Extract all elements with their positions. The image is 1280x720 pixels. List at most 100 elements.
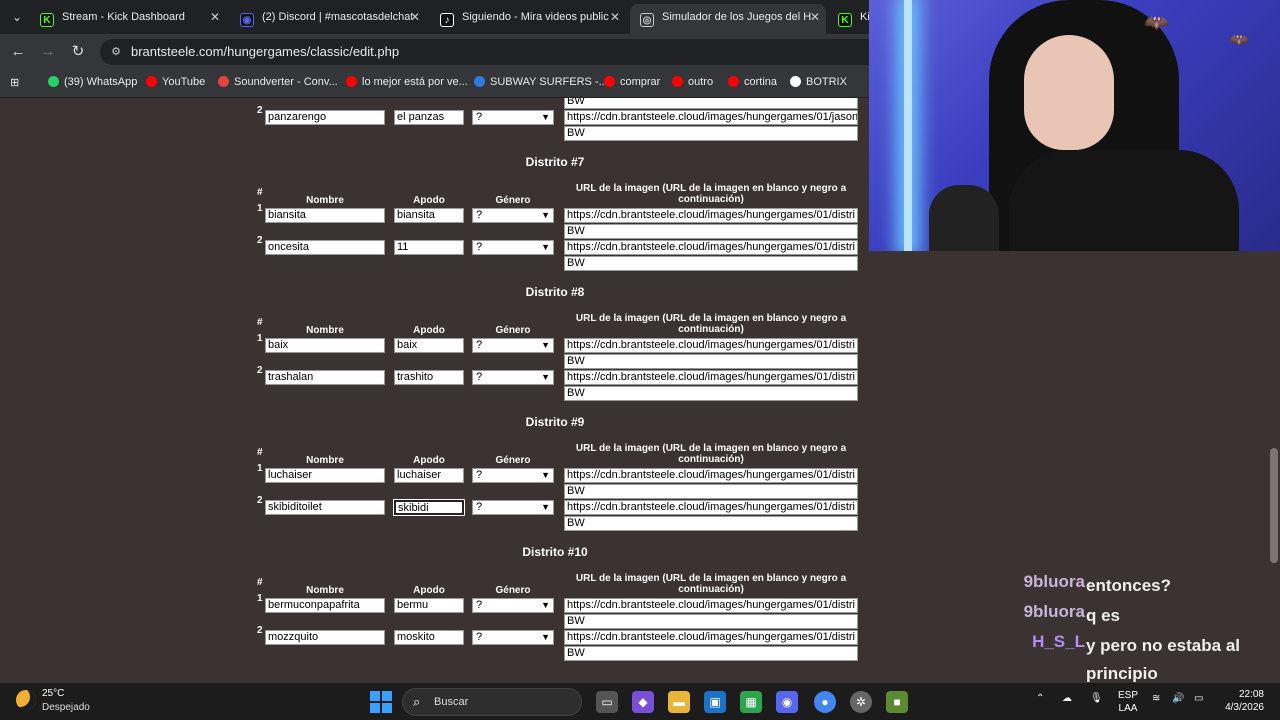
bookmark-favicon-icon bbox=[218, 76, 229, 87]
tribute-nickname-input[interactable]: moskito bbox=[394, 630, 464, 645]
browser-tab[interactable]: K Stream - Kick Dashboard ✕ bbox=[30, 4, 226, 34]
tribute-nickname-input[interactable]: baix bbox=[394, 338, 464, 353]
minecraft-icon[interactable]: ■ bbox=[886, 691, 908, 713]
image-url-input[interactable]: https://cdn.brantsteele.cloud/images/hun… bbox=[564, 338, 858, 353]
windows-start-icon[interactable] bbox=[370, 691, 392, 713]
browser-tab[interactable]: ◉ (2) Discord | #mascotasdelchat ✕ bbox=[230, 4, 426, 34]
bw-image-url-input[interactable]: BW bbox=[564, 98, 858, 109]
bookmark-item[interactable]: (39) WhatsApp bbox=[48, 76, 137, 88]
wifi-icon[interactable]: ≋ bbox=[1152, 693, 1160, 704]
close-tab-icon[interactable]: ✕ bbox=[410, 4, 420, 30]
site-info-icon[interactable]: ⚙ bbox=[108, 44, 124, 60]
tribute-name-input[interactable]: mozzquito bbox=[265, 630, 385, 645]
bw-image-url-input[interactable]: BW bbox=[564, 126, 858, 141]
file-explorer-icon[interactable]: ▬ bbox=[668, 691, 690, 713]
bw-image-url-input[interactable]: BW bbox=[564, 646, 858, 661]
gender-select[interactable]: ? ▼ bbox=[472, 208, 554, 223]
settings-gear-icon[interactable]: ✲ bbox=[850, 691, 872, 713]
gender-select[interactable]: ? ▼ bbox=[472, 630, 554, 645]
image-url-input[interactable]: https://cdn.brantsteele.cloud/images/hun… bbox=[564, 598, 858, 613]
district-title: Distrito #7 bbox=[525, 155, 585, 169]
image-url-input[interactable]: https://cdn.brantsteele.cloud/images/hun… bbox=[564, 500, 858, 515]
tribute-nickname-input[interactable]: skibidi bbox=[393, 499, 465, 516]
omnibox[interactable]: ⚙ brantsteele.com/hungergames/classic/ed… bbox=[100, 39, 900, 65]
tribute-nickname-input[interactable]: bermu bbox=[394, 598, 464, 613]
tribute-nickname-input[interactable]: el panzas bbox=[394, 110, 464, 125]
cloud-icon[interactable]: ☁ bbox=[1062, 693, 1072, 704]
gender-select[interactable]: ? ▼ bbox=[472, 500, 554, 515]
copilot-icon[interactable]: ◆ bbox=[632, 691, 654, 713]
gender-select[interactable]: ? ▼ bbox=[472, 598, 554, 613]
tribute-name-input[interactable]: bermuconpapafrita bbox=[265, 598, 385, 613]
tab-search-chevron-icon[interactable]: ⌄ bbox=[6, 6, 28, 28]
tribute-name-input[interactable]: luchaiser bbox=[265, 468, 385, 483]
tribute-nickname-input[interactable]: trashito bbox=[394, 370, 464, 385]
back-arrow-icon[interactable]: ← bbox=[8, 42, 28, 62]
chevron-down-icon: ▼ bbox=[541, 210, 550, 220]
language-indicator[interactable]: ESP LAA bbox=[1118, 689, 1138, 715]
gender-select[interactable]: ? ▼ bbox=[472, 338, 554, 353]
tribute-nickname-input[interactable]: 11 bbox=[394, 240, 464, 255]
tribute-name-input[interactable]: trashalan bbox=[265, 370, 385, 385]
apps-grid-icon[interactable]: ⊞ bbox=[10, 76, 19, 89]
discord-icon[interactable]: ◉ bbox=[776, 691, 798, 713]
bookmark-item[interactable]: SUBWAY SURFERS -... bbox=[474, 76, 608, 88]
system-clock[interactable]: 22:08 4/3/2026 bbox=[1225, 688, 1264, 714]
moon-weather-icon[interactable] bbox=[16, 690, 36, 710]
image-url-input[interactable]: https://cdn.brantsteele.cloud/images/hun… bbox=[564, 240, 858, 255]
bw-image-url-input[interactable]: BW bbox=[564, 516, 858, 531]
bookmark-item[interactable]: comprar bbox=[604, 76, 660, 88]
image-url-input[interactable]: https://cdn.brantsteele.cloud/images/hun… bbox=[564, 468, 858, 483]
microphone-icon[interactable]: 🎙 bbox=[1090, 693, 1103, 704]
close-tab-icon[interactable]: ✕ bbox=[810, 4, 820, 30]
gender-select[interactable]: ? ▼ bbox=[472, 110, 554, 125]
spreadsheet-app-icon[interactable]: ▦ bbox=[740, 691, 762, 713]
tray-chevron-up-icon[interactable]: ⌃ bbox=[1036, 693, 1044, 704]
image-url-input[interactable]: https://cdn.brantsteele.cloud/images/hun… bbox=[564, 370, 858, 385]
browser-tab[interactable]: ♪ Siguiendo - Mira videos public ✕ bbox=[430, 4, 626, 34]
bookmark-item[interactable]: YouTube bbox=[146, 76, 205, 88]
url-text[interactable]: brantsteele.com/hungergames/classic/edit… bbox=[131, 44, 399, 59]
scrollbar-thumb[interactable] bbox=[1270, 448, 1278, 563]
forward-arrow-icon[interactable]: → bbox=[38, 42, 58, 62]
tribute-name-input[interactable]: panzarengo bbox=[265, 110, 385, 125]
image-url-input[interactable]: https://cdn.brantsteele.cloud/images/hun… bbox=[564, 110, 858, 125]
tribute-nickname-input[interactable]: biansita bbox=[394, 208, 464, 223]
gender-select[interactable]: ? ▼ bbox=[472, 370, 554, 385]
tribute-name-input[interactable]: baix bbox=[265, 338, 385, 353]
image-url-input[interactable]: https://cdn.brantsteele.cloud/images/hun… bbox=[564, 208, 858, 223]
weather-temperature[interactable]: 25°C bbox=[42, 688, 64, 699]
gender-select[interactable]: ? ▼ bbox=[472, 468, 554, 483]
gender-select[interactable]: ? ▼ bbox=[472, 240, 554, 255]
tribute-name-input[interactable]: oncesita bbox=[265, 240, 385, 255]
bw-image-url-input[interactable]: BW bbox=[564, 224, 858, 239]
task-view-icon[interactable]: ▭ bbox=[596, 691, 618, 713]
bookmark-item[interactable]: cortina bbox=[728, 76, 777, 88]
bookmark-item[interactable]: lo mejor está por ve... bbox=[346, 76, 468, 88]
reload-icon[interactable]: ↻ bbox=[68, 42, 88, 62]
volume-icon[interactable]: 🔊 bbox=[1172, 693, 1184, 704]
bw-image-url-input[interactable]: BW bbox=[564, 614, 858, 629]
chrome-icon[interactable]: ● bbox=[814, 691, 836, 713]
bw-image-url-input[interactable]: BW bbox=[564, 386, 858, 401]
bookmark-item[interactable]: Soundverter - Conv... bbox=[218, 76, 338, 88]
tribute-name-input[interactable]: biansita bbox=[265, 208, 385, 223]
chat-username: 9bluora bbox=[1023, 572, 1085, 591]
battery-icon[interactable]: ▭ bbox=[1194, 693, 1203, 704]
microsoft-store-icon[interactable]: ▣ bbox=[704, 691, 726, 713]
weather-description[interactable]: Despejado bbox=[42, 702, 90, 713]
taskbar-search[interactable]: ⌕ Buscar bbox=[402, 688, 582, 716]
bw-image-url-input[interactable]: BW bbox=[564, 354, 858, 369]
close-tab-icon[interactable]: ✕ bbox=[210, 4, 220, 30]
microphone bbox=[929, 185, 999, 251]
tribute-name-input[interactable]: skibiditoilet bbox=[265, 500, 385, 515]
bw-image-url-input[interactable]: BW bbox=[564, 484, 858, 499]
bookmark-item[interactable]: outro bbox=[672, 76, 713, 88]
bookmark-item[interactable]: BOTRIX bbox=[790, 76, 847, 88]
tribute-nickname-input[interactable]: luchaiser bbox=[394, 468, 464, 483]
close-tab-icon[interactable]: ✕ bbox=[610, 4, 620, 30]
bookmark-favicon-icon bbox=[474, 76, 485, 87]
browser-tab[interactable]: ◎ Simulador de los Juegos del Ha ✕ bbox=[630, 4, 826, 34]
bw-image-url-input[interactable]: BW bbox=[564, 256, 858, 271]
image-url-input[interactable]: https://cdn.brantsteele.cloud/images/hun… bbox=[564, 630, 858, 645]
